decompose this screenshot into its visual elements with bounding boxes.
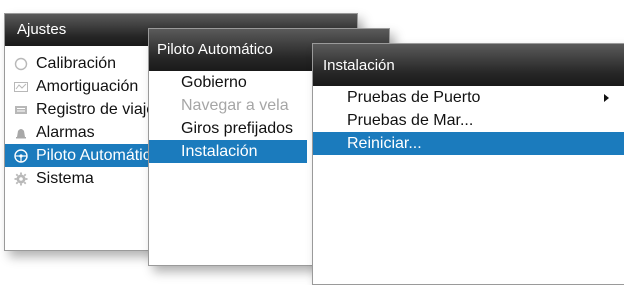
log-icon bbox=[14, 103, 28, 117]
submenu-arrow-icon bbox=[604, 94, 609, 102]
menu-item-label: Alarmas bbox=[36, 123, 95, 141]
menu-item-label: Giros prefijados bbox=[181, 119, 294, 137]
menu-item-label: Pruebas de Mar... bbox=[347, 111, 474, 129]
menu-item-label: Amortiguación bbox=[36, 77, 139, 95]
menu-item-label: Registro de viaje bbox=[36, 100, 156, 118]
menu-item-sea-tests[interactable]: Pruebas de Mar... bbox=[313, 109, 624, 132]
menu-item-label: Reiniciar... bbox=[347, 134, 422, 152]
gear-icon bbox=[14, 172, 28, 186]
steering-wheel-icon bbox=[14, 148, 28, 163]
installation-menu-title: Instalación bbox=[313, 44, 624, 86]
menu-item-label: Instalación bbox=[181, 142, 258, 160]
menu-item-label: Sistema bbox=[36, 169, 94, 187]
calibration-icon bbox=[14, 57, 28, 71]
menu-item-label: Gobierno bbox=[181, 73, 247, 91]
menu-item-label: Piloto Automático bbox=[36, 146, 160, 164]
installation-menu: Instalación Pruebas de Puerto Pruebas de… bbox=[312, 43, 624, 285]
menu-item-dock-tests[interactable]: Pruebas de Puerto bbox=[313, 86, 624, 109]
menu-item-label: Pruebas de Puerto bbox=[347, 88, 481, 106]
menu-item-label: Navegar a vela bbox=[181, 96, 289, 114]
menu-item-reset[interactable]: Reiniciar... bbox=[313, 132, 624, 155]
menu-item-label: Calibración bbox=[36, 54, 117, 72]
bell-icon bbox=[14, 126, 28, 140]
menu-item-installation[interactable]: Instalación bbox=[149, 140, 307, 163]
damping-icon bbox=[14, 80, 28, 94]
